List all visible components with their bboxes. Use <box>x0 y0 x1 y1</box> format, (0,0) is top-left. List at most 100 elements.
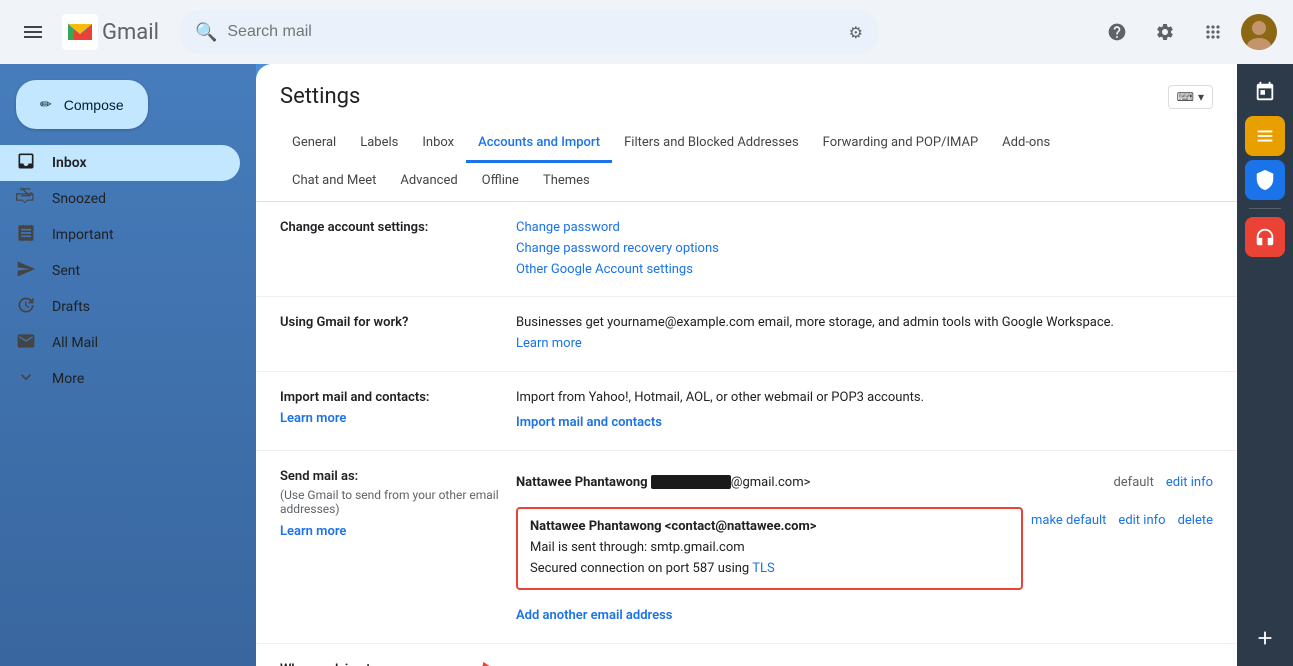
tab-themes[interactable]: Themes <box>531 163 602 201</box>
right-icon-tasks[interactable] <box>1245 116 1285 156</box>
gmail-logo: Gmail <box>62 14 159 50</box>
sidebar: ✏ Compose Inbox Snoozed Important Sent <box>0 64 256 666</box>
change-account-label: Change account settings: <box>280 218 500 235</box>
sidebar-item-inbox[interactable]: Inbox <box>0 145 240 181</box>
add-email-link[interactable]: Add another email address <box>516 608 672 623</box>
change-recovery-link[interactable]: Change password recovery options <box>516 241 719 256</box>
tab-offline[interactable]: Offline <box>470 163 531 201</box>
help-button[interactable] <box>1097 12 1137 52</box>
make-default-link[interactable]: make default <box>1031 511 1106 532</box>
tab-chat[interactable]: Chat and Meet <box>280 163 388 201</box>
send-mail-section: Send mail as: (Use Gmail to send from yo… <box>256 451 1237 644</box>
import-mail-section: Import mail and contacts: Learn more Imp… <box>256 372 1237 451</box>
right-icon-calendar[interactable] <box>1245 72 1285 112</box>
menu-icon[interactable] <box>16 15 50 49</box>
red-arrow-annotation <box>441 659 511 666</box>
main-layout: ✏ Compose Inbox Snoozed Important Sent <box>0 64 1293 666</box>
settings-button[interactable] <box>1145 12 1185 52</box>
tab-labels[interactable]: Labels <box>348 125 410 163</box>
gmail-work-description: Businesses get yourname@example.com emai… <box>516 315 1114 330</box>
right-icon-audio[interactable] <box>1245 217 1285 257</box>
tab-filters[interactable]: Filters and Blocked Addresses <box>612 125 811 163</box>
send-mail-learn-more[interactable]: Learn more <box>280 524 346 539</box>
settings-title-text: Settings <box>280 84 360 109</box>
drafts-icon <box>16 295 36 320</box>
search-icon: 🔍 <box>195 22 217 43</box>
secondary-edit-link[interactable]: edit info <box>1118 511 1165 532</box>
sidebar-label-snoozed: Snoozed <box>52 191 106 207</box>
keyboard-shortcut-button[interactable]: ⌨ ▾ <box>1168 85 1213 109</box>
search-bar-container: 🔍 ⚙ <box>179 10 879 54</box>
settings-header: Settings ⌨ ▾ General Labels Inbox Accoun… <box>256 64 1237 202</box>
send-mail-entry-secondary: Nattawee Phantawong <contact@nattawee.co… <box>516 507 1023 589</box>
secondary-mail-through: Mail is sent through: smtp.gmail.com <box>530 538 1009 559</box>
keyboard-shortcut-label: ▾ <box>1198 90 1204 104</box>
primary-entry-actions: default edit info <box>1113 473 1213 494</box>
gmail-work-label: Using Gmail for work? <box>280 313 500 330</box>
right-icon-shield[interactable] <box>1245 160 1285 200</box>
compose-label: Compose <box>64 97 124 113</box>
send-mail-entry-primary: Nattawee Phantawong @gmail.com> default … <box>516 467 1213 500</box>
tab-advanced[interactable]: Advanced <box>388 163 469 201</box>
gmail-work-content: Businesses get yourname@example.com emai… <box>516 313 1213 355</box>
sidebar-item-more[interactable]: More <box>0 361 240 397</box>
change-password-link[interactable]: Change password <box>516 220 620 235</box>
import-mail-label: Import mail and contacts: Learn more <box>280 388 500 426</box>
change-account-section: Change account settings: Change password… <box>256 202 1237 297</box>
right-icon-add[interactable] <box>1245 618 1285 658</box>
search-options-icon[interactable]: ⚙ <box>849 23 863 42</box>
import-learn-more-link[interactable]: Learn more <box>280 411 346 426</box>
primary-email-suffix: @gmail.com> <box>731 475 811 490</box>
delete-link[interactable]: delete <box>1178 511 1213 532</box>
top-bar-actions <box>1097 12 1277 52</box>
settings-body: Change account settings: Change password… <box>256 202 1237 666</box>
change-account-content: Change password Change password recovery… <box>516 218 1213 280</box>
sidebar-label-sent: Sent <box>52 263 80 279</box>
sidebar-label-allmail: All Mail <box>52 335 98 351</box>
content-area: Settings ⌨ ▾ General Labels Inbox Accoun… <box>256 64 1237 666</box>
inbox-icon <box>16 151 36 176</box>
primary-edit-link[interactable]: edit info <box>1166 473 1213 494</box>
sidebar-item-sent[interactable]: Sent <box>0 253 240 289</box>
avatar[interactable] <box>1241 14 1277 50</box>
default-badge: default <box>1113 473 1153 494</box>
important-icon <box>16 223 36 248</box>
apps-button[interactable] <box>1193 12 1233 52</box>
tab-general[interactable]: General <box>280 125 348 163</box>
secondary-connection: Secured connection on port 587 using TLS <box>530 559 1009 580</box>
tab-inbox[interactable]: Inbox <box>410 125 466 163</box>
google-account-link[interactable]: Other Google Account settings <box>516 262 693 277</box>
send-mail-label: Send mail as: (Use Gmail to send from yo… <box>280 467 500 539</box>
compose-button[interactable]: ✏ Compose <box>16 80 148 129</box>
tab-forwarding[interactable]: Forwarding and POP/IMAP <box>811 125 991 163</box>
allmail-icon <box>16 331 36 356</box>
sidebar-label-more: More <box>52 371 84 387</box>
sidebar-item-drafts[interactable]: Drafts <box>0 289 240 325</box>
sidebar-label-important: Important <box>52 227 114 243</box>
reply-settings-section: When replying to a message: <box>256 644 1237 666</box>
sent-icon <box>16 259 36 284</box>
snoozed-icon <box>16 187 36 212</box>
tab-addons[interactable]: Add-ons <box>990 125 1062 163</box>
tls-link[interactable]: TLS <box>752 561 774 576</box>
sidebar-item-important[interactable]: Important <box>0 217 240 253</box>
search-input[interactable] <box>227 23 838 41</box>
gmail-work-section: Using Gmail for work? Businesses get you… <box>256 297 1237 372</box>
secondary-entry-actions: make default edit info delete <box>1031 503 1213 532</box>
right-sidebar-divider <box>1249 208 1281 209</box>
send-mail-sub-label: (Use Gmail to send from your other email… <box>280 488 500 516</box>
tab-accounts[interactable]: Accounts and Import <box>466 125 612 163</box>
import-mail-content: Import from Yahoo!, Hotmail, AOL, or oth… <box>516 388 1213 434</box>
sidebar-label-drafts: Drafts <box>52 299 90 315</box>
right-sidebar <box>1237 64 1293 666</box>
import-action-link[interactable]: Import mail and contacts <box>516 415 662 430</box>
sidebar-item-snoozed[interactable]: Snoozed <box>0 181 240 217</box>
settings-tabs-row2: Chat and Meet Advanced Offline Themes <box>280 163 1213 201</box>
sidebar-item-allmail[interactable]: All Mail <box>0 325 240 361</box>
pencil-icon: ✏ <box>40 96 52 113</box>
primary-email-display: Nattawee Phantawong @gmail.com> <box>516 473 810 494</box>
settings-title-row: Settings ⌨ ▾ <box>280 84 1213 109</box>
reply-content: Reply from the same address the message … <box>516 660 1213 666</box>
import-description: Import from Yahoo!, Hotmail, AOL, or oth… <box>516 388 1213 409</box>
gmail-work-learn-more[interactable]: Learn more <box>516 336 582 351</box>
